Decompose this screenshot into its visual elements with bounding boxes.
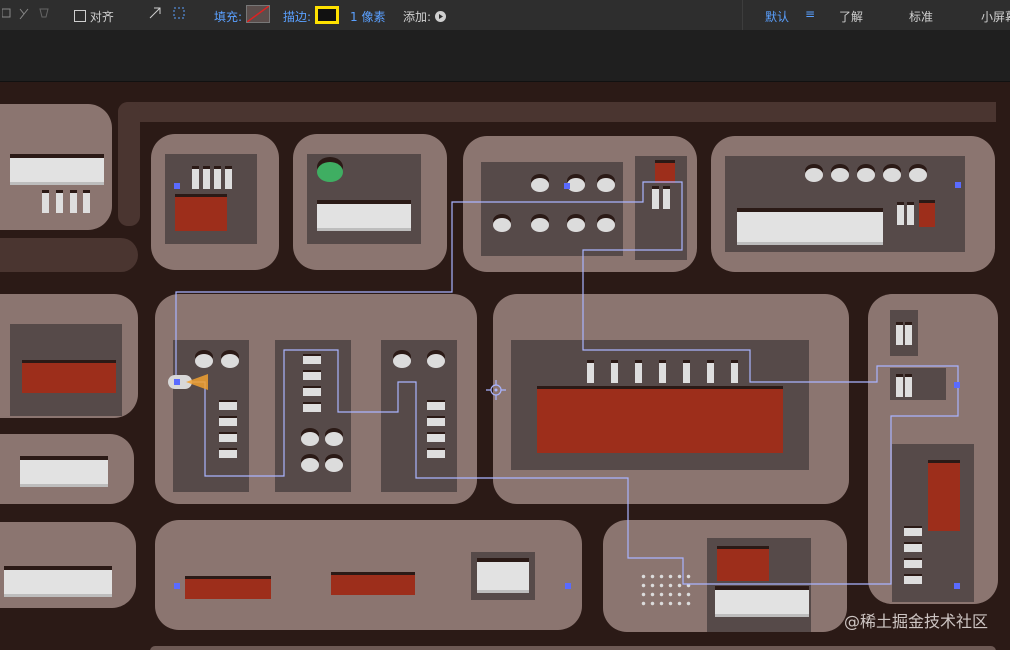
headlight-icon <box>186 374 208 390</box>
align-checkbox[interactable]: 对齐 <box>74 8 114 25</box>
anchor-point[interactable] <box>955 182 961 188</box>
align-label: 对齐 <box>89 10 114 24</box>
workspace-switcher: 默认 ≡ 了解 标准 小屏幕 <box>742 0 1010 30</box>
stroke-label: 描边: <box>283 10 312 24</box>
select-bounds-icon[interactable] <box>172 6 186 23</box>
anchor-point[interactable] <box>954 583 960 589</box>
anchor-point[interactable] <box>565 583 571 589</box>
bounds-icon <box>173 7 185 19</box>
tool-icons[interactable] <box>1 7 54 24</box>
workspace-small-screen[interactable]: 小屏幕 <box>981 8 1010 25</box>
checkbox-icon <box>74 10 86 22</box>
no-fill-icon <box>246 5 270 23</box>
top-toolbar: 对齐 填充: 描边: 1 像素 添加: 默认 ≡ 了解 标准 小屏幕 <box>0 0 1010 30</box>
stroke-width-value: 1 像素 <box>350 10 386 24</box>
play-circle-icon <box>434 11 446 22</box>
add-label: 添加: <box>403 10 432 24</box>
watermark: @稀土掘金技术社区 <box>843 612 988 631</box>
fill-label: 填充: <box>214 10 243 24</box>
motion-path[interactable] <box>0 82 1010 650</box>
anchor-point[interactable] <box>564 183 570 189</box>
workspace-standard[interactable]: 标准 <box>909 8 933 25</box>
vehicle-anchor-point[interactable] <box>174 379 180 385</box>
workspace-default[interactable]: 默认 <box>765 8 789 25</box>
anchor-arrow-icon[interactable] <box>148 6 162 23</box>
workspace-learn[interactable]: 了解 <box>839 8 863 25</box>
transform-tools-icon <box>1 8 49 20</box>
anchor-point[interactable] <box>174 183 180 189</box>
anchor-point-target-icon[interactable] <box>486 380 506 400</box>
stroke-swatch[interactable] <box>315 6 339 24</box>
add-button[interactable]: 添加: <box>403 8 446 25</box>
workspace-menu-icon[interactable]: ≡ <box>805 7 815 21</box>
composition-canvas[interactable]: @稀土掘金技术社区 <box>0 82 1010 650</box>
fill-swatch[interactable] <box>246 5 270 23</box>
anchor-point[interactable] <box>174 583 180 589</box>
timeline-panel <box>0 30 1010 82</box>
arrow-up-right-icon <box>149 7 161 19</box>
bottom-strip <box>150 646 996 650</box>
stroke-width[interactable]: 1 像素 <box>350 8 385 25</box>
anchor-point[interactable] <box>954 382 960 388</box>
